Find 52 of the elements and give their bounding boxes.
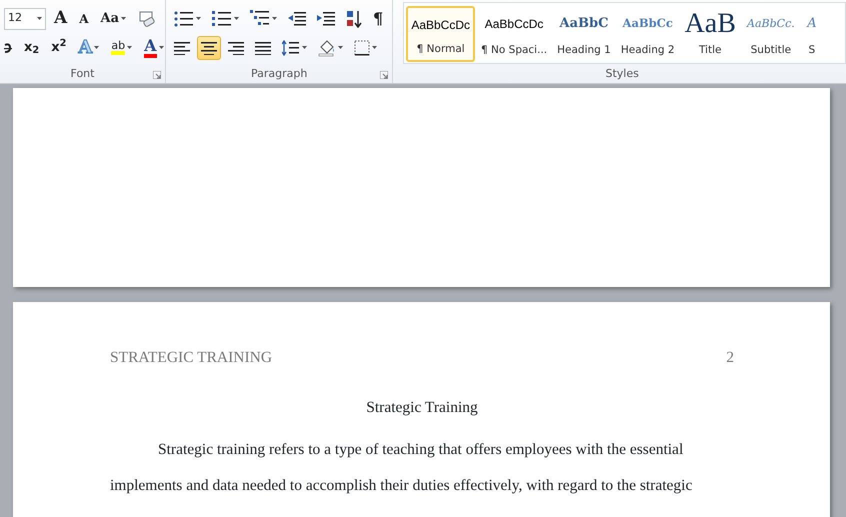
multilevel-list-icon (250, 10, 270, 28)
change-case-button[interactable]: Aa (96, 6, 130, 30)
superscript-button[interactable]: x$^{2}$ (47, 36, 70, 60)
font-size-dropdown[interactable]: 12 (4, 8, 46, 30)
highlight-button[interactable]: ab (107, 36, 136, 60)
subscript-button[interactable]: x$_{2}$ (20, 36, 44, 60)
caret-icon (372, 46, 377, 49)
shrink-font-button[interactable]: A (75, 6, 93, 30)
page-number: 2 (726, 348, 734, 368)
dialog-launcher-icon[interactable] (380, 71, 388, 79)
paint-bucket-icon (318, 38, 336, 56)
caret-icon (127, 46, 132, 49)
numbered-list-icon (212, 10, 232, 26)
show-formatting-button[interactable]: ¶ (369, 6, 388, 30)
body-paragraph: Strategic training refers to a type of teaching that offers employees with the essential implements and data needed to accomplish their duties effectively, with regard to the strategic (110, 440, 694, 496)
increase-indent-icon (317, 10, 335, 26)
style-option[interactable]: A S (802, 6, 822, 62)
caret-icon (234, 17, 239, 20)
font-color-button[interactable]: A (140, 36, 168, 60)
caret-icon (158, 46, 164, 49)
caret-icon (302, 46, 307, 49)
strikethrough-icon (4, 40, 12, 54)
borders-icon (354, 40, 370, 56)
align-left-icon (174, 40, 190, 54)
caret-icon (196, 17, 201, 20)
line-spacing-icon (282, 40, 300, 56)
caret-icon (121, 17, 126, 20)
caret-icon (338, 46, 343, 49)
justify-icon (255, 40, 271, 54)
caret-icon (37, 17, 42, 20)
running-header: STRATEGIC TRAINING (110, 348, 272, 368)
caret-icon (272, 17, 277, 20)
style-option[interactable]: AaBbCc. Subtitle (742, 6, 800, 62)
style-option[interactable]: AaBbC Heading 1 (553, 6, 615, 62)
group-label: Font (70, 66, 94, 82)
style-option[interactable]: AaB Title (680, 6, 740, 62)
document-title: Strategic Training (366, 399, 478, 416)
bullet-list-icon (174, 10, 194, 26)
decrease-indent-icon (288, 10, 306, 26)
dialog-launcher-icon[interactable] (153, 71, 161, 79)
caret-icon (94, 46, 100, 49)
align-right-icon (228, 40, 244, 54)
group-label: Styles (605, 66, 639, 82)
style-option[interactable]: AaBbCc Heading 2 (616, 6, 679, 62)
group-label: Paragraph (250, 66, 308, 82)
eraser-icon (138, 10, 156, 28)
align-center-button[interactable] (197, 36, 221, 60)
align-center-icon (201, 40, 217, 54)
grow-font-button[interactable]: A (50, 6, 72, 30)
style-option[interactable]: AaBbCcDc ¶ Normal (406, 6, 476, 62)
style-option[interactable]: AaBbCcDc ¶ No Spaci... (477, 6, 552, 62)
sort-icon (346, 10, 362, 28)
